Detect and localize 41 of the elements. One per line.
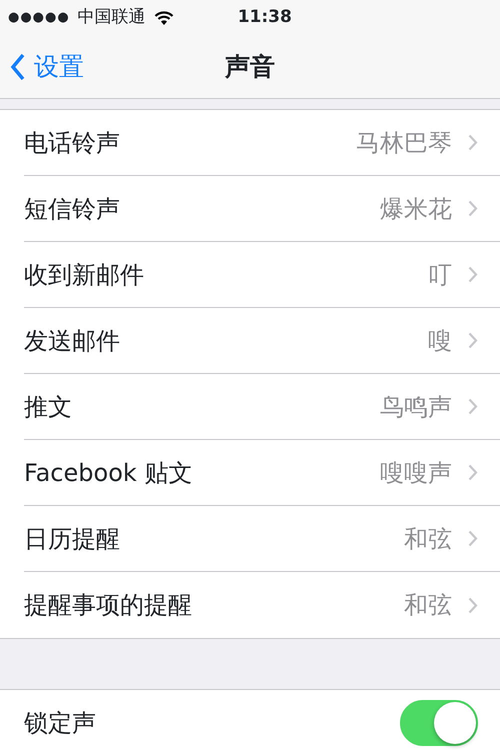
sound-setting-row[interactable]: 电话铃声 马林巴琴	[24, 110, 500, 176]
setting-value: 鸟鸣声	[380, 392, 452, 422]
setting-label: 日历提醒	[24, 524, 120, 554]
setting-value: 和弦	[404, 590, 452, 621]
sound-setting-row[interactable]: 推文 鸟鸣声	[24, 374, 500, 440]
setting-value: 嗖嗖声	[380, 458, 452, 488]
setting-value: 叮	[428, 260, 452, 290]
setting-value: 嗖	[428, 326, 452, 356]
page-title: 声音	[225, 51, 275, 84]
status-time: 11:38	[238, 6, 292, 30]
setting-value: 和弦	[404, 524, 452, 554]
back-button[interactable]: 设置	[0, 48, 94, 86]
setting-label: 短信铃声	[24, 194, 120, 224]
signal-strength: ●●●●●	[8, 9, 70, 28]
sound-setting-row[interactable]: 短信铃声 爆米花	[24, 176, 500, 242]
chevron-icon	[468, 134, 478, 151]
setting-value: 马林巴琴	[356, 128, 452, 158]
sound-setting-row[interactable]: 提醒事项的提醒 和弦	[24, 572, 500, 638]
setting-label: 锁定声	[24, 708, 96, 739]
sound-setting-row[interactable]: 发送邮件 嗖	[24, 308, 500, 374]
chevron-icon	[468, 530, 478, 547]
setting-label: 发送邮件	[24, 326, 120, 356]
setting-label: Facebook 贴文	[24, 458, 192, 488]
carrier-name: 中国联通	[78, 6, 146, 30]
setting-label: 提醒事项的提醒	[24, 590, 192, 621]
back-chevron-icon	[10, 53, 26, 81]
setting-label: 推文	[24, 392, 72, 422]
setting-value: 爆米花	[380, 194, 452, 224]
setting-label: 电话铃声	[24, 128, 120, 158]
sound-setting-row[interactable]: 日历提醒 和弦	[24, 506, 500, 572]
chevron-icon	[468, 332, 478, 349]
setting-label: 收到新邮件	[24, 260, 144, 290]
sound-setting-row[interactable]: Facebook 贴文 嗖嗖声	[24, 440, 500, 506]
chevron-icon	[468, 398, 478, 415]
sound-setting-row[interactable]: 收到新邮件 叮	[24, 242, 500, 308]
wifi-icon	[154, 10, 174, 26]
chevron-icon	[468, 596, 478, 614]
chevron-icon	[468, 266, 478, 283]
chevron-icon	[468, 464, 478, 481]
toggle-switch[interactable]	[400, 700, 478, 746]
chevron-icon	[468, 200, 478, 217]
